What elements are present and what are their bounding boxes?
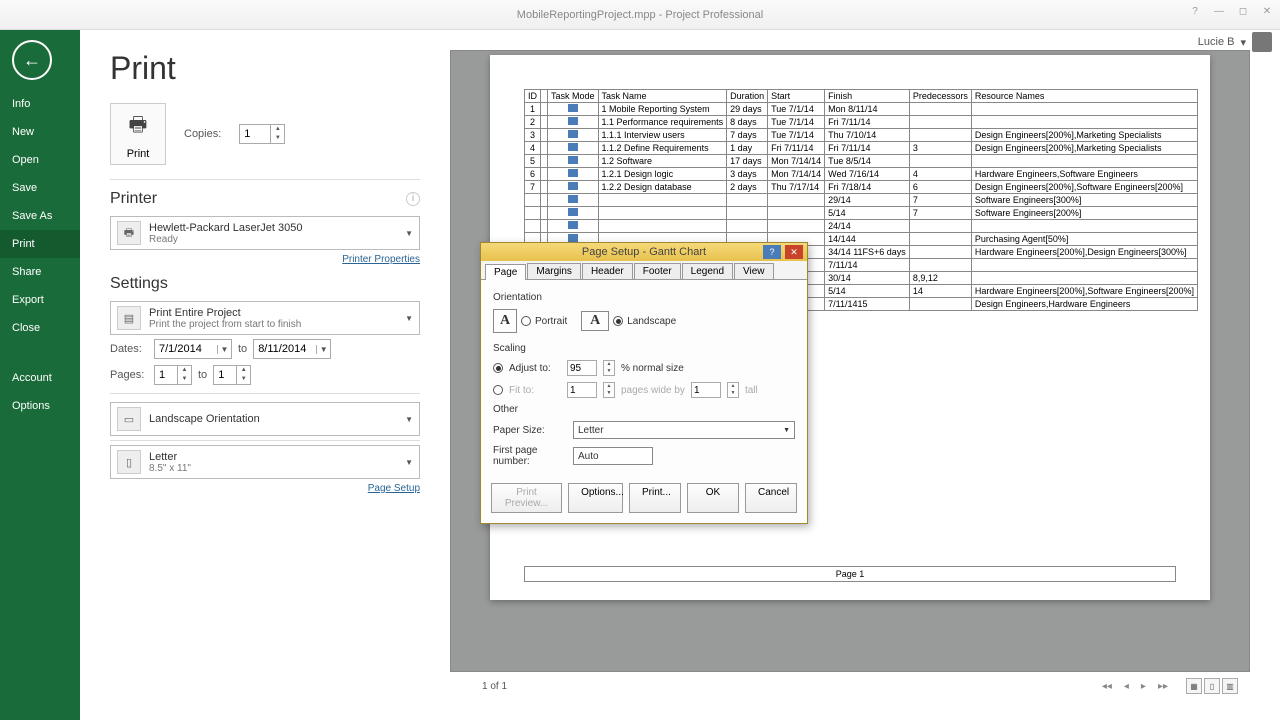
spin-up-icon[interactable]: ▲ xyxy=(271,125,284,134)
page-counter: 1 of 1 xyxy=(482,681,507,692)
orientation-icon: ▭ xyxy=(117,407,141,431)
printer-device-icon: 🖶 xyxy=(117,221,141,245)
fit-to-radio[interactable] xyxy=(493,385,503,395)
print-button[interactable]: 🖶 Print xyxy=(110,103,166,165)
minimize-icon[interactable]: — xyxy=(1208,2,1230,20)
adjust-spinner[interactable]: ▲▼ xyxy=(603,360,615,376)
document-icon: ▤ xyxy=(117,306,141,330)
first-page-input[interactable]: Auto xyxy=(573,447,653,465)
window-title: MobileReportingProject.mpp - Project Pro… xyxy=(517,9,763,21)
backstage-sidebar: ← InfoNewOpenSaveSave AsPrintShareExport… xyxy=(0,30,80,720)
copies-label: Copies: xyxy=(184,128,221,140)
table-row: 7 1.2.2 Design database2 daysThu 7/17/14… xyxy=(525,181,1198,194)
tab-view[interactable]: View xyxy=(734,263,774,279)
page-from-spinner[interactable]: ▲▼ xyxy=(154,365,192,385)
pages-label: Pages: xyxy=(110,369,148,381)
table-row: 5 1.2 Software17 daysMon 7/14/14Tue 8/5/… xyxy=(525,155,1198,168)
page-setup-dialog: Page Setup - Gantt Chart ? ✕ PageMargins… xyxy=(480,242,808,524)
help-icon[interactable]: ? xyxy=(1184,2,1206,20)
maximize-icon[interactable]: ◻ xyxy=(1232,2,1254,20)
table-row: 3 1.1.1 Interview users7 daysTue 7/1/14T… xyxy=(525,129,1198,142)
fit-wide-input[interactable] xyxy=(567,382,597,398)
first-page-icon[interactable]: ◂◂ xyxy=(1102,681,1112,692)
window-titlebar: MobileReportingProject.mpp - Project Pro… xyxy=(0,0,1280,30)
sidebar-item-share[interactable]: Share xyxy=(0,258,80,286)
adjust-value-input[interactable] xyxy=(567,360,597,376)
portrait-icon: A xyxy=(493,309,517,333)
date-to-combo[interactable]: ▼ xyxy=(253,339,331,359)
sidebar-item-account[interactable]: Account xyxy=(0,364,80,392)
portrait-radio[interactable] xyxy=(521,316,531,326)
paper-size-select[interactable]: Letter▼ xyxy=(573,421,795,439)
adjust-to-radio[interactable] xyxy=(493,363,503,373)
landscape-icon: A xyxy=(581,311,609,331)
tab-header[interactable]: Header xyxy=(582,263,633,279)
actual-size-icon[interactable]: ▦ xyxy=(1186,678,1202,694)
page-title: Print xyxy=(110,50,420,87)
sidebar-item-close[interactable]: Close xyxy=(0,314,80,342)
paper-size-picker[interactable]: ▯ Letter 8.5" x 11" ▼ xyxy=(110,445,420,479)
dialog-tabs: PageMarginsHeaderFooterLegendView xyxy=(481,261,807,280)
page-to-spinner[interactable]: ▲▼ xyxy=(213,365,251,385)
tab-page[interactable]: Page xyxy=(485,264,526,280)
printer-icon: 🖶 xyxy=(115,110,161,144)
sidebar-item-print[interactable]: Print xyxy=(0,230,80,258)
sidebar-item-open[interactable]: Open xyxy=(0,146,80,174)
sidebar-item-export[interactable]: Export xyxy=(0,286,80,314)
ok-button[interactable]: OK xyxy=(687,483,739,513)
last-page-icon[interactable]: ▸▸ xyxy=(1158,681,1168,692)
table-row: 4 1.1.2 Define Requirements1 dayFri 7/11… xyxy=(525,142,1198,155)
chevron-down-icon: ▼ xyxy=(405,229,413,238)
fit-tall-input[interactable] xyxy=(691,382,721,398)
spin-down-icon[interactable]: ▼ xyxy=(271,134,284,143)
orientation-picker[interactable]: ▭ Landscape Orientation ▼ xyxy=(110,402,420,436)
sidebar-item-save[interactable]: Save xyxy=(0,174,80,202)
dialog-titlebar[interactable]: Page Setup - Gantt Chart ? ✕ xyxy=(481,243,807,261)
copies-spinner[interactable]: ▲▼ xyxy=(239,124,285,144)
table-row: 5/147Software Engineers[200%] xyxy=(525,207,1198,220)
multi-page-icon[interactable]: ▥ xyxy=(1222,678,1238,694)
one-page-icon[interactable]: ▯ xyxy=(1204,678,1220,694)
next-page-icon[interactable]: ▸ xyxy=(1141,681,1146,692)
page-icon: ▯ xyxy=(117,450,141,474)
table-row: 2 1.1 Performance requirements8 daysTue … xyxy=(525,116,1198,129)
back-button[interactable]: ← xyxy=(12,40,52,80)
info-icon[interactable]: i xyxy=(406,192,420,206)
copies-input[interactable] xyxy=(240,125,270,143)
dates-label: Dates: xyxy=(110,343,148,355)
table-row: 24/14 xyxy=(525,220,1198,233)
orientation-group-label: Orientation xyxy=(493,292,795,303)
page-setup-link[interactable]: Page Setup xyxy=(110,483,420,494)
tab-margins[interactable]: Margins xyxy=(527,263,581,279)
other-group-label: Other xyxy=(493,404,795,415)
dialog-close-icon[interactable]: ✕ xyxy=(785,245,803,259)
printer-properties-link[interactable]: Printer Properties xyxy=(110,254,420,265)
cancel-button[interactable]: Cancel xyxy=(745,483,797,513)
sidebar-item-options[interactable]: Options xyxy=(0,392,80,420)
sidebar-item-new[interactable]: New xyxy=(0,118,80,146)
print-scope-picker[interactable]: ▤ Print Entire Project Print the project… xyxy=(110,301,420,335)
table-row: 11 Mobile Reporting System29 daysTue 7/1… xyxy=(525,103,1198,116)
chevron-down-icon: ▼ xyxy=(405,314,413,323)
tab-footer[interactable]: Footer xyxy=(634,263,681,279)
dialog-help-icon[interactable]: ? xyxy=(763,245,781,259)
sidebar-item-info[interactable]: Info xyxy=(0,90,80,118)
sidebar-item-save-as[interactable]: Save As xyxy=(0,202,80,230)
date-from-combo[interactable]: ▼ xyxy=(154,339,232,359)
table-row: 29/147Software Engineers[300%] xyxy=(525,194,1198,207)
tab-legend[interactable]: Legend xyxy=(682,263,733,279)
table-row: 6 1.2.1 Design logic3 daysMon 7/14/14Wed… xyxy=(525,168,1198,181)
settings-heading: Settings xyxy=(110,275,420,293)
close-window-icon[interactable]: ✕ xyxy=(1256,2,1278,20)
landscape-radio[interactable] xyxy=(613,316,623,326)
scaling-group-label: Scaling xyxy=(493,343,795,354)
printer-heading: Printer i xyxy=(110,190,420,208)
prev-page-icon[interactable]: ◂ xyxy=(1124,681,1129,692)
print-preview-button[interactable]: Print Preview... xyxy=(491,483,562,513)
options-button[interactable]: Options... xyxy=(568,483,623,513)
page-footer: Page 1 xyxy=(524,566,1176,582)
dialog-print-button[interactable]: Print... xyxy=(629,483,681,513)
printer-picker[interactable]: 🖶 Hewlett-Packard LaserJet 3050 Ready ▼ xyxy=(110,216,420,250)
